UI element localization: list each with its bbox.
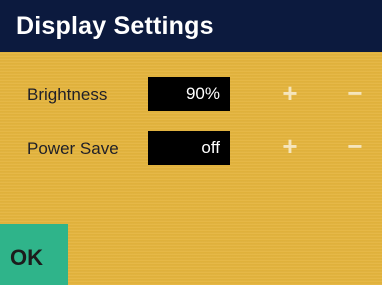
- brightness-label: Brightness: [27, 85, 108, 104]
- brightness-increase-button[interactable]: +: [275, 78, 305, 108]
- power-save-label: Power Save: [27, 139, 119, 158]
- power-save-value: off: [148, 131, 230, 165]
- page-title: Display Settings: [16, 11, 214, 40]
- ok-button[interactable]: OK: [0, 224, 68, 285]
- power-save-decrease-button[interactable]: −: [340, 131, 370, 161]
- display-settings-screen: Display Settings Brightness 90% + − Powe…: [0, 0, 382, 285]
- power-save-increase-button[interactable]: +: [275, 131, 305, 161]
- brightness-decrease-button[interactable]: −: [340, 78, 370, 108]
- title-bar: Display Settings: [0, 0, 382, 52]
- brightness-value: 90%: [148, 77, 230, 111]
